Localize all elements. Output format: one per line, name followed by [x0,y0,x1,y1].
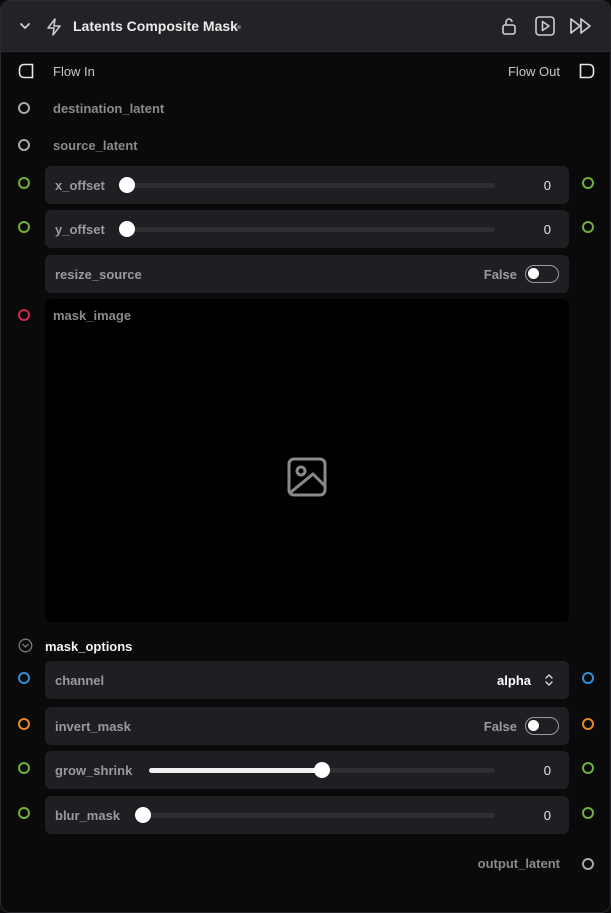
chevron-down-icon[interactable] [18,19,32,33]
y-offset-output-port[interactable] [582,221,594,233]
mask-image-port[interactable] [18,309,30,321]
resize-source-label: resize_source [55,267,142,282]
y-offset-slider-thumb[interactable] [119,221,135,237]
grow-shrink-slider-fill [149,768,322,773]
resize-source-toggle-card[interactable]: resize_source False [45,255,569,293]
output-latent-port[interactable] [582,858,594,870]
channel-select-card[interactable]: channel alpha [45,661,569,699]
select-arrows-icon[interactable] [543,672,555,688]
invert-mask-value: False [483,719,517,734]
destination-latent-label: destination_latent [53,101,165,116]
collapse-circle-icon[interactable] [18,638,33,653]
node-title: Latents Composite Mask [73,18,238,34]
grow-shrink-output-port[interactable] [582,762,594,774]
blur-mask-slider-thumb[interactable] [135,807,151,823]
flow-in-label: Flow In [53,64,95,79]
flow-in-icon[interactable] [18,63,34,79]
y-offset-value[interactable]: 0 [544,222,551,237]
fast-forward-icon[interactable] [568,15,594,37]
toggle-knob [528,268,539,279]
blur-mask-slider-track[interactable] [135,807,495,823]
resize-source-value: False [483,267,517,282]
mask-image-label: mask_image [53,308,132,323]
toggle-knob [528,720,539,731]
flow-out-label: Flow Out [507,64,560,79]
y-offset-input-port[interactable] [18,221,30,233]
grow-shrink-slider-thumb[interactable] [314,762,330,778]
invert-mask-input-port[interactable] [18,718,30,730]
source-latent-port[interactable] [18,139,30,151]
status-dot [237,25,241,29]
node-card: Latents Composite Mask Flow In Flow Out … [0,0,611,913]
output-latent-label: output_latent [477,856,560,871]
x-offset-value[interactable]: 0 [544,178,551,193]
grow-shrink-input-port[interactable] [18,762,30,774]
y-offset-slider-card[interactable]: y_offset 0 [45,210,569,248]
channel-input-port[interactable] [18,672,30,684]
blur-mask-label: blur_mask [55,808,121,823]
x-offset-slider-card[interactable]: x_offset 0 [45,166,569,204]
destination-latent-port[interactable] [18,102,30,114]
invert-mask-label: invert_mask [55,719,131,734]
grow-shrink-value[interactable]: 0 [544,763,551,778]
blur-mask-output-port[interactable] [582,807,594,819]
unlock-icon[interactable] [498,15,520,37]
mask-image-dropzone[interactable]: mask_image [45,299,569,622]
node-header: Latents Composite Mask [1,1,610,52]
x-offset-slider-track[interactable] [119,177,495,193]
play-icon[interactable] [534,15,556,37]
x-offset-input-port[interactable] [18,177,30,189]
x-offset-slider-thumb[interactable] [119,177,135,193]
invert-mask-toggle[interactable] [525,717,559,735]
mask-options-title: mask_options [45,639,133,654]
resize-source-toggle[interactable] [525,265,559,283]
grow-shrink-slider-card[interactable]: grow_shrink 0 [45,751,569,789]
invert-mask-output-port[interactable] [582,718,594,730]
x-offset-output-port[interactable] [582,177,594,189]
channel-label: channel [55,673,105,688]
x-offset-label: x_offset [55,178,105,193]
y-offset-label: y_offset [55,222,105,237]
channel-output-port[interactable] [582,672,594,684]
lightning-icon [47,18,61,36]
y-offset-slider-track[interactable] [119,221,495,237]
blur-mask-value[interactable]: 0 [544,808,551,823]
flow-out-icon[interactable] [579,63,595,79]
source-latent-label: source_latent [53,138,138,153]
grow-shrink-label: grow_shrink [55,763,133,778]
blur-mask-input-port[interactable] [18,807,30,819]
grow-shrink-slider-track[interactable] [149,762,495,778]
invert-mask-toggle-card[interactable]: invert_mask False [45,707,569,745]
channel-select-value[interactable]: alpha [497,673,531,688]
blur-mask-slider-card[interactable]: blur_mask 0 [45,796,569,834]
image-placeholder-icon [287,457,327,497]
